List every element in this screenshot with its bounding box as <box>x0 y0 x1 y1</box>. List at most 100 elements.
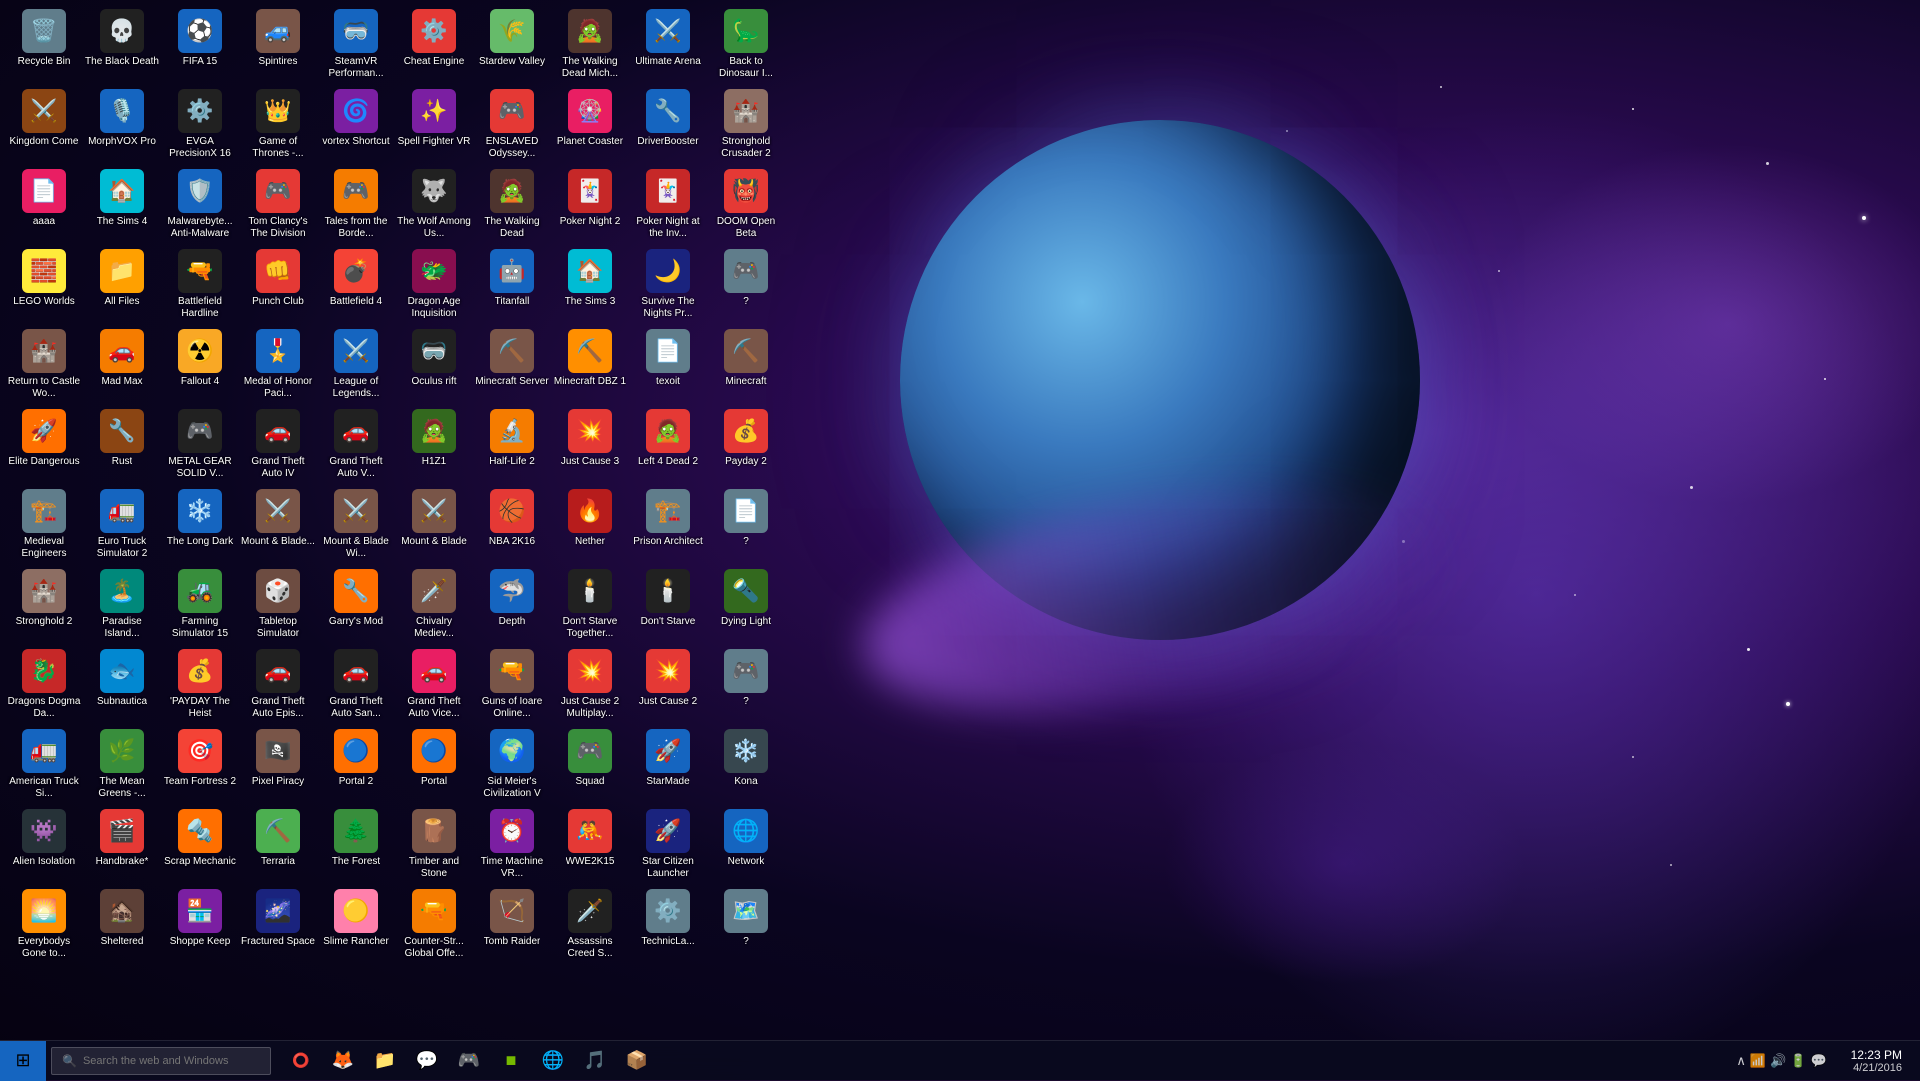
desktop-icon-gta-san[interactable]: 🚗Grand Theft Auto San... <box>317 645 395 725</box>
desktop-icon-scrap-mechanic[interactable]: 🔩Scrap Mechanic <box>161 805 239 885</box>
desktop-icon-american-truck[interactable]: 🚛American Truck Si... <box>5 725 83 805</box>
desktop-icon-survive-nights[interactable]: 🌙Survive The Nights Pr... <box>629 245 707 325</box>
desktop-icon-medieval-engineers[interactable]: 🏗️Medieval Engineers <box>5 485 83 565</box>
desktop-icon-battlefield4[interactable]: 💣Battlefield 4 <box>317 245 395 325</box>
desktop-icon-mount-blade[interactable]: ⚔️Mount & Blade... <box>239 485 317 565</box>
taskbar-app-media[interactable]: 🎵 <box>575 1041 615 1081</box>
tray-message[interactable]: 💬 <box>1810 1053 1826 1069</box>
desktop-icon-prison-architect[interactable]: 🏗️Prison Architect <box>629 485 707 565</box>
desktop-icon-wwe2k15[interactable]: 🤼WWE2K15 <box>551 805 629 885</box>
desktop-icon-ultimate-arena[interactable]: ⚔️Ultimate Arena <box>629 5 707 85</box>
desktop-icon-long-dark[interactable]: ❄️The Long Dark <box>161 485 239 565</box>
desktop-icon-mount-blade2[interactable]: ⚔️Mount & Blade <box>395 485 473 565</box>
desktop-icon-metal-gear[interactable]: 🎮METAL GEAR SOLID V... <box>161 405 239 485</box>
desktop-icon-recycle-bin[interactable]: 🗑️Recycle Bin <box>5 5 83 85</box>
desktop-icon-payday2[interactable]: 💰Payday 2 <box>707 405 785 485</box>
desktop-icon-kingdom-come[interactable]: ⚔️Kingdom Come <box>5 85 83 165</box>
desktop-icon-assassins-creed[interactable]: 🗡️Assassins Creed S... <box>551 885 629 965</box>
desktop-icon-star-citizen[interactable]: 🚀Star Citizen Launcher <box>629 805 707 885</box>
desktop-icon-chivalry[interactable]: 🗡️Chivalry Mediev... <box>395 565 473 645</box>
desktop-icon-time-machine[interactable]: ⏰Time Machine VR... <box>473 805 551 885</box>
desktop-icon-mount-blade-wi[interactable]: ⚔️Mount & Blade Wi... <box>317 485 395 565</box>
desktop-icon-planet-coaster[interactable]: 🎡Planet Coaster <box>551 85 629 165</box>
desktop-icon-aaaa[interactable]: 📄aaaa <box>5 165 83 245</box>
desktop-icon-all-files[interactable]: 📁All Files <box>83 245 161 325</box>
desktop-icon-row4b[interactable]: 📄? <box>707 485 785 565</box>
desktop-icon-euro-truck2[interactable]: 🚛Euro Truck Simulator 2 <box>83 485 161 565</box>
desktop-icon-gta5[interactable]: 🚗Grand Theft Auto V... <box>317 405 395 485</box>
desktop-icon-squad[interactable]: 🎮Squad <box>551 725 629 805</box>
desktop-icon-h1z1[interactable]: 🧟H1Z1 <box>395 405 473 485</box>
desktop-icon-wolf-among-us[interactable]: 🐺The Wolf Among Us... <box>395 165 473 245</box>
desktop-icon-medal-of-honor[interactable]: 🎖️Medal of Honor Paci... <box>239 325 317 405</box>
desktop-icon-walking-dead[interactable]: 🧟The Walking Dead <box>473 165 551 245</box>
desktop-icon-texoit[interactable]: 📄texoit <box>629 325 707 405</box>
desktop-icon-timber-stone[interactable]: 🪵Timber and Stone <box>395 805 473 885</box>
desktop-icon-lego-worlds[interactable]: 🧱LEGO Worlds <box>5 245 83 325</box>
desktop-icon-terraria[interactable]: ⛏️Terraria <box>239 805 317 885</box>
desktop-icon-slime-rancher[interactable]: 🟡Slime Rancher <box>317 885 395 965</box>
desktop-icon-nether[interactable]: 🔥Nether <box>551 485 629 565</box>
taskbar-app-skype[interactable]: 💬 <box>407 1041 447 1081</box>
desktop-icon-stardew-valley[interactable]: 🌾Stardew Valley <box>473 5 551 85</box>
taskbar-app-steam[interactable]: 🎮 <box>449 1041 489 1081</box>
desktop-icon-return-to-castle[interactable]: 🏰Return to Castle Wo... <box>5 325 83 405</box>
desktop-icon-guns-online[interactable]: 🔫Guns of Ioare Online... <box>473 645 551 725</box>
taskbar-app-explorer[interactable]: 📁 <box>365 1041 405 1081</box>
desktop-icon-black-death[interactable]: 💀The Black Death <box>83 5 161 85</box>
desktop-icon-punch-club[interactable]: 👊Punch Club <box>239 245 317 325</box>
desktop-icon-nba2k16[interactable]: 🏀NBA 2K16 <box>473 485 551 565</box>
taskbar-app-firefox[interactable]: 🦊 <box>323 1041 363 1081</box>
desktop-icon-kona[interactable]: ❄️Kona <box>707 725 785 805</box>
desktop-icon-farming-sim15[interactable]: 🚜Farming Simulator 15 <box>161 565 239 645</box>
desktop-icon-sheltered[interactable]: 🏚️Sheltered <box>83 885 161 965</box>
desktop-icon-dont-starve[interactable]: 🕯️Don't Starve <box>629 565 707 645</box>
taskbar-app-nvidia[interactable]: ■ <box>491 1041 531 1081</box>
taskbar-app-vmware[interactable]: 📦 <box>617 1041 657 1081</box>
tray-battery[interactable]: 🔋 <box>1790 1053 1806 1069</box>
desktop-icon-dead-light[interactable]: 🔦Dying Light <box>707 565 785 645</box>
desktop-icon-half-life2[interactable]: 🔬Half-Life 2 <box>473 405 551 485</box>
desktop-icon-back-to-dinosaur[interactable]: 🦕Back to Dinosaur I... <box>707 5 785 85</box>
tray-chevron[interactable]: ∧ <box>1736 1053 1746 1069</box>
desktop-icon-sims4[interactable]: 🏠The Sims 4 <box>83 165 161 245</box>
desktop-icon-left4dead2[interactable]: 🧟Left 4 Dead 2 <box>629 405 707 485</box>
desktop-icon-doom-open-beta[interactable]: 👹DOOM Open Beta <box>707 165 785 245</box>
desktop-icon-spintires[interactable]: 🚙Spintires <box>239 5 317 85</box>
desktop-icon-tabletop-sim[interactable]: 🎲Tabletop Simulator <box>239 565 317 645</box>
desktop-icon-gta-epi[interactable]: 🚗Grand Theft Auto Epis... <box>239 645 317 725</box>
desktop-icon-everybodys-gone[interactable]: 🌅Everybodys Gone to... <box>5 885 83 965</box>
desktop-icon-fallout4[interactable]: ☢️Fallout 4 <box>161 325 239 405</box>
desktop-icon-titanfall[interactable]: 🤖Titanfall <box>473 245 551 325</box>
desktop-icon-evga-precision[interactable]: ⚙️EVGA PrecisionX 16 <box>161 85 239 165</box>
desktop-icon-rust[interactable]: 🔧Rust <box>83 405 161 485</box>
desktop-icon-fifa15[interactable]: ⚽FIFA 15 <box>161 5 239 85</box>
taskbar-app-ie[interactable]: 🌐 <box>533 1041 573 1081</box>
desktop-icon-portal2[interactable]: 🔵Portal 2 <box>317 725 395 805</box>
desktop-icon-alien-isolation[interactable]: 👾Alien Isolation <box>5 805 83 885</box>
desktop-icon-starmade[interactable]: 🚀StarMade <box>629 725 707 805</box>
desktop-icon-just-cause3[interactable]: 💥Just Cause 3 <box>551 405 629 485</box>
desktop-icon-depth[interactable]: 🦈Depth <box>473 565 551 645</box>
desktop-icon-poker-night-inv[interactable]: 🃏Poker Night at the Inv... <box>629 165 707 245</box>
desktop-icon-dont-starve-tog[interactable]: 🕯️Don't Starve Together... <box>551 565 629 645</box>
desktop-icon-malwarebytes[interactable]: 🛡️Malwarebyte... Anti-Malware <box>161 165 239 245</box>
desktop-icon-dragons-dogma[interactable]: 🐉Dragons Dogma Da... <box>5 645 83 725</box>
desktop-icon-enslaved[interactable]: 🎮ENSLAVED Odyssey... <box>473 85 551 165</box>
desktop-icon-gta4[interactable]: 🚗Grand Theft Auto IV <box>239 405 317 485</box>
desktop-icon-shoppe-keep[interactable]: 🏪Shoppe Keep <box>161 885 239 965</box>
desktop-icon-fractured-space[interactable]: 🌌Fractured Space <box>239 885 317 965</box>
desktop-icon-morphvox[interactable]: 🎙️MorphVOX Pro <box>83 85 161 165</box>
desktop-icon-civ5[interactable]: 🌍Sid Meier's Civilization V <box>473 725 551 805</box>
desktop-icon-tales-borderslands[interactable]: 🎮Tales from the Borde... <box>317 165 395 245</box>
notification-button[interactable] <box>1910 1042 1920 1080</box>
desktop-icon-walking-dead-mich[interactable]: 🧟The Walking Dead Mich... <box>551 5 629 85</box>
desktop-icon-stronghold-crusader[interactable]: 🏰Stronghold Crusader 2 <box>707 85 785 165</box>
desktop-icon-team-fortress2[interactable]: 🎯Team Fortress 2 <box>161 725 239 805</box>
desktop-icon-oculus-rift[interactable]: 🥽Oculus rift <box>395 325 473 405</box>
desktop-icon-minecraft-server[interactable]: ⛏️Minecraft Server <box>473 325 551 405</box>
tray-volume[interactable]: 🔊 <box>1770 1053 1786 1069</box>
desktop-icon-just-cause2-multi[interactable]: 💥Just Cause 2 Multiplay... <box>551 645 629 725</box>
search-bar[interactable]: 🔍 <box>51 1047 271 1075</box>
desktop-icon-minecraft3[interactable]: ⛏️Minecraft <box>707 325 785 405</box>
